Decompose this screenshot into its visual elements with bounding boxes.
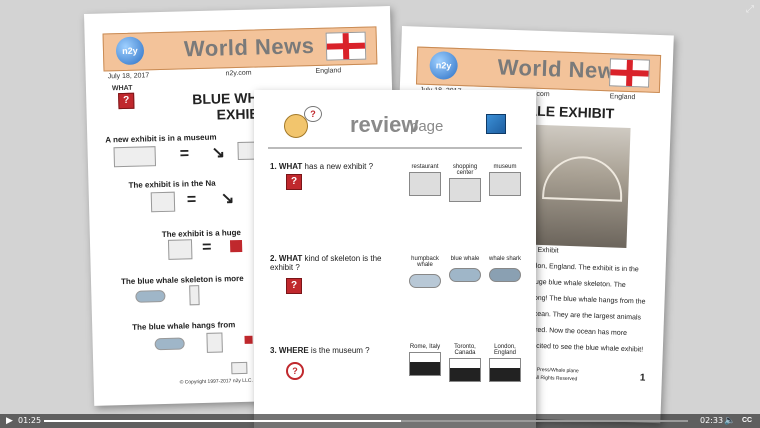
museum-icon — [489, 172, 521, 196]
captions-button[interactable]: CC — [742, 417, 752, 424]
answer-option-whale-shark[interactable]: whale shark — [486, 256, 524, 282]
question-icon-1: ? — [286, 174, 302, 190]
computer-icon — [231, 361, 248, 375]
progress-fill — [44, 420, 402, 422]
book-icon — [486, 114, 506, 134]
n2y-globe-icon-right: n2y — [429, 50, 459, 80]
question-bubble-icon: ? — [304, 106, 322, 122]
question-2-wh: WHAT — [278, 254, 303, 263]
question-2-number: 2. — [270, 254, 277, 263]
article-line-1: ondon, England. The exhibit is in the — [525, 262, 639, 274]
huge-symbol — [229, 239, 243, 253]
arrow-symbol-2: ↘ — [220, 190, 235, 208]
hangs-symbol — [206, 332, 223, 353]
page-title-word: page — [410, 118, 444, 135]
expand-icon[interactable]: ⤢ — [746, 4, 754, 15]
video-controls: ▶ 01:25 02:33 🔈 CC — [0, 414, 760, 428]
article-line-2: a huge blue whale skeleton. The — [525, 278, 626, 289]
question-3-wh: WHERE — [278, 346, 309, 355]
question-1: 1. WHAT has a new exhibit ? — [270, 162, 373, 171]
sentence-row-5: The blue whale hangs from — [132, 320, 236, 332]
play-icon[interactable]: ▶ — [6, 415, 13, 426]
whale-shark-icon — [489, 268, 521, 282]
answer-option-restaurant[interactable]: restaurant — [406, 164, 444, 196]
news-banner: n2y World News — [102, 26, 378, 72]
question-1-wh: WHAT — [278, 162, 303, 171]
question-icon-2: ? — [286, 278, 302, 294]
question-3-number: 3. — [270, 346, 277, 355]
from-symbol — [244, 335, 253, 344]
sentence-row-4: The blue whale skeleton is more — [120, 273, 244, 287]
progress-bar[interactable] — [44, 420, 688, 422]
shopping-center-icon — [449, 178, 481, 202]
sentence-row-2: The exhibit is in the Na — [128, 178, 216, 190]
review-header: ? review page — [254, 90, 536, 146]
london-skyline-icon — [489, 358, 521, 382]
england-flag-icon-right — [609, 58, 650, 88]
where-icon: ? — [286, 362, 304, 380]
blue-whale-icon — [449, 268, 481, 282]
copyright: © Copyright 1997-2017 n2y LLC. All — [179, 377, 260, 386]
question-1-number: 1. — [270, 162, 277, 171]
answer-option-shopping-center[interactable]: shopping center — [446, 164, 484, 202]
blue-whale-symbol — [135, 289, 166, 303]
question-3-rest: is the museum ? — [310, 346, 370, 355]
england-flag-icon — [325, 31, 367, 61]
review-title: review — [350, 112, 419, 137]
question-icon: ? — [118, 92, 135, 110]
banner-title: World News — [183, 32, 315, 62]
news-banner-right: n2y World News — [415, 46, 662, 94]
rome-skyline-icon — [409, 352, 441, 376]
sentence-row-1: A new exhibit is in a museum — [105, 132, 217, 145]
issue-date: July 18, 2017 — [107, 72, 150, 81]
header-divider — [268, 147, 522, 149]
question-2: 2. WHAT kind of skeleton is the exhibit … — [270, 254, 402, 272]
n2y-globe-icon: n2y — [115, 36, 145, 66]
equals-symbol-2: = — [186, 191, 197, 209]
whale-exhibit-photo — [530, 124, 631, 248]
current-time: 01:25 — [18, 416, 42, 425]
humpback-whale-icon — [409, 274, 441, 288]
article-line-3: et long! The blue whale hangs from the — [524, 294, 646, 306]
article-line-6: e excited to see the blue whale exhibit! — [522, 342, 644, 354]
what-label: WHAT — [111, 84, 133, 93]
exhibit-symbol — [113, 146, 157, 168]
toronto-skyline-icon — [449, 358, 481, 382]
duration: 02:33 — [700, 416, 724, 425]
page-number: 1 — [639, 372, 646, 384]
review-page: ? review page 1. WHAT has a new exhibit … — [254, 90, 536, 428]
answer-option-museum[interactable]: museum — [486, 164, 524, 196]
answer-option-blue-whale[interactable]: blue whale — [446, 256, 484, 282]
exhibit-symbol-2 — [150, 191, 176, 213]
country-right: England — [609, 93, 636, 102]
article-line-5: ngered. Now the ocean has more — [523, 326, 628, 338]
article-line-4: e ocean. They are the largest animals — [523, 310, 642, 322]
answer-option-rome[interactable]: Rome, Italy — [406, 344, 444, 376]
country: England — [315, 67, 342, 75]
sentence-row-3: The exhibit is a huge — [161, 227, 242, 240]
answer-option-humpback-whale[interactable]: humpback whale — [406, 256, 444, 288]
video-frame: n2y World News July 18, 2017 n2y.com Eng… — [0, 0, 760, 428]
equals-symbol-3: = — [201, 238, 212, 256]
exhibit-symbol-3 — [167, 239, 193, 260]
volume-icon[interactable]: 🔈 — [724, 415, 735, 426]
headline-right: ALE EXHIBIT — [526, 102, 615, 122]
question-1-rest: has a new exhibit ? — [304, 162, 374, 171]
question-3: 3. WHERE is the museum ? — [270, 346, 370, 355]
answer-option-toronto[interactable]: Toronto, Canada — [446, 344, 484, 382]
site-name: n2y.com — [225, 69, 252, 78]
restaurant-icon — [409, 172, 441, 196]
equals-symbol: = — [179, 145, 190, 163]
arrow-symbol: ↘ — [211, 144, 226, 162]
blue-whale-symbol-2 — [154, 337, 185, 351]
skeleton-symbol — [189, 285, 200, 306]
answer-option-london[interactable]: London, England — [486, 344, 524, 382]
